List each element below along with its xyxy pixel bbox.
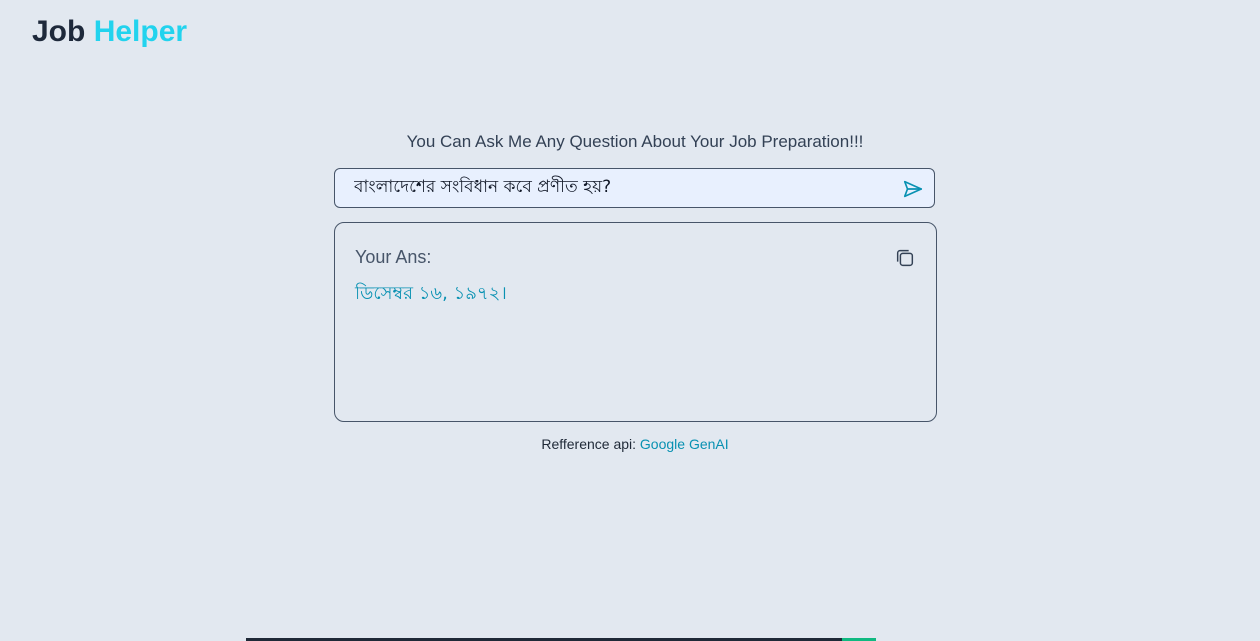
- logo-word-job: Job: [32, 15, 86, 48]
- send-icon: [903, 180, 923, 198]
- page: Job Helper You Can Ask Me Any Question A…: [0, 0, 1260, 641]
- app-logo[interactable]: Job Helper: [32, 13, 187, 51]
- footer: Refference api: Google GenAI: [0, 436, 1260, 452]
- answer-label: Your Ans:: [355, 247, 432, 267]
- question-form: [334, 168, 935, 208]
- answer-text: ডিসেম্বর ১৬, ১৯৭২।: [355, 283, 507, 304]
- send-button[interactable]: [902, 178, 924, 200]
- question-input[interactable]: [354, 173, 894, 203]
- copy-button[interactable]: [894, 247, 916, 269]
- footer-prefix: Refference api:: [541, 436, 637, 452]
- page-tagline: You Can Ask Me Any Question About Your J…: [406, 132, 864, 151]
- answer-panel: Your Ans: ডিসেম্বর ১৬, ১৯৭২।: [334, 222, 937, 422]
- logo-word-helper: Helper: [93, 15, 188, 48]
- google-genai-link[interactable]: Google GenAI: [640, 436, 729, 452]
- copy-icon: [896, 249, 914, 267]
